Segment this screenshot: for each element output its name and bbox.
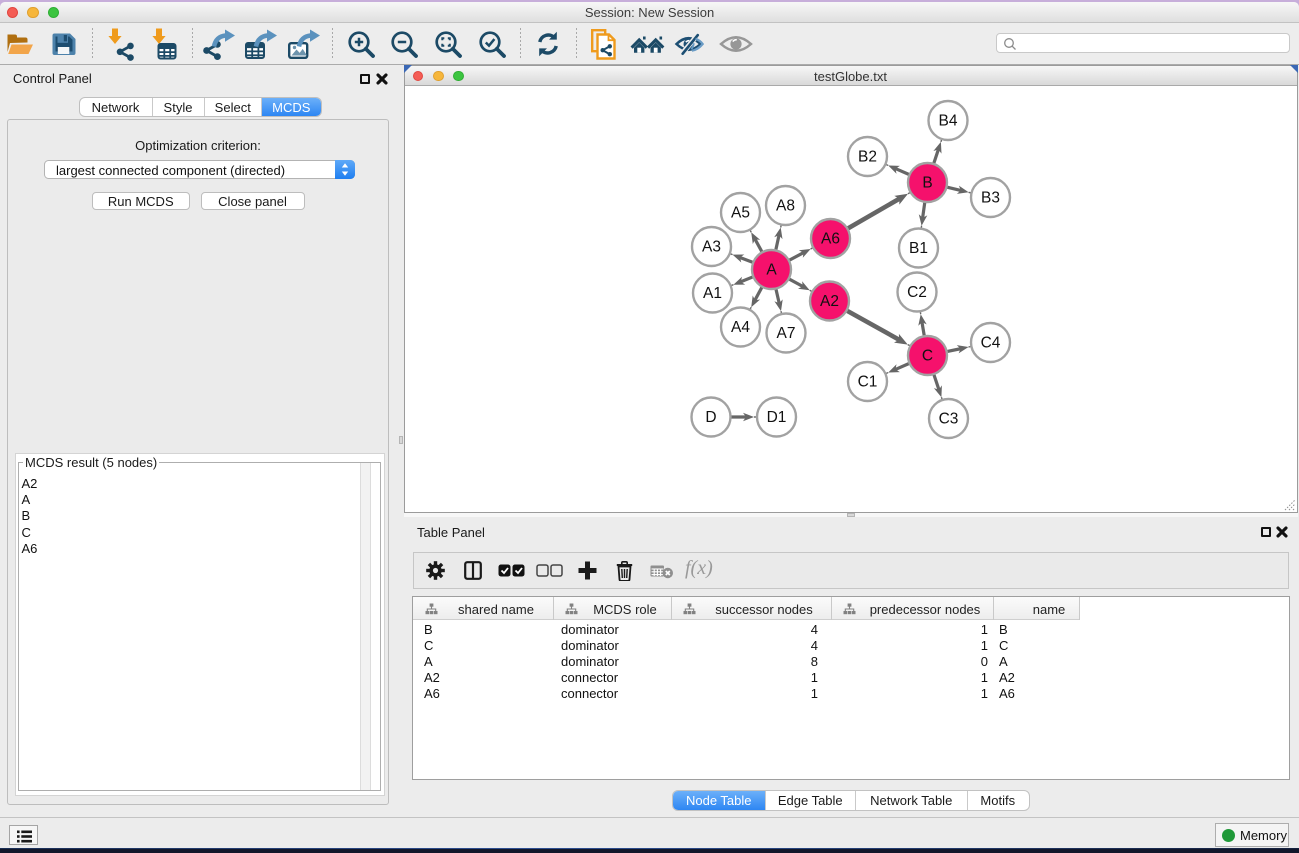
svg-text:C: C (921, 347, 932, 364)
svg-text:B: B (922, 174, 932, 191)
svg-text:C3: C3 (938, 410, 958, 427)
svg-text:B2: B2 (858, 148, 877, 165)
svg-text:C2: C2 (907, 284, 927, 301)
svg-text:A7: A7 (776, 325, 795, 342)
svg-text:B1: B1 (909, 240, 928, 257)
svg-text:B3: B3 (981, 189, 1000, 206)
svg-text:B4: B4 (938, 112, 957, 129)
svg-text:A: A (766, 261, 777, 278)
svg-text:C1: C1 (857, 373, 877, 390)
svg-text:A2: A2 (820, 293, 839, 310)
svg-text:A4: A4 (731, 319, 750, 336)
svg-text:A6: A6 (821, 230, 840, 247)
svg-text:A3: A3 (702, 238, 721, 255)
svg-text:A5: A5 (731, 204, 750, 221)
svg-text:D: D (705, 409, 716, 426)
svg-text:A8: A8 (776, 197, 795, 214)
svg-text:A1: A1 (703, 285, 722, 302)
svg-text:D1: D1 (766, 409, 786, 426)
svg-text:C4: C4 (980, 334, 1000, 351)
